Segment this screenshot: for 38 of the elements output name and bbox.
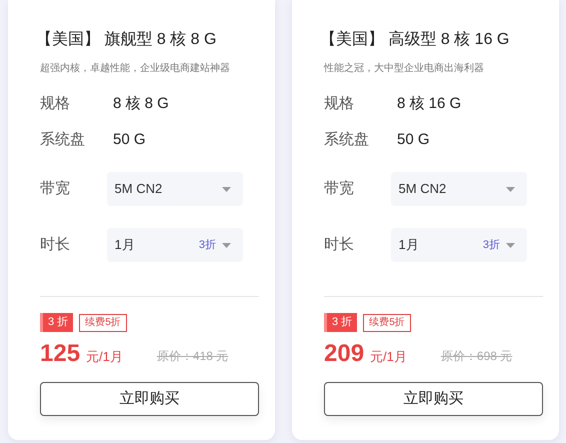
buy-button[interactable]: 立即购买 [324,382,543,416]
plan-subtitle: 性能之冠，大中型企业电商出海利器 [324,62,485,76]
original-price: 原价：418 元 [156,348,228,365]
caret-icon [506,242,515,248]
plan-subtitle: 超强内核，卓越性能，企业级电商建站神器 [40,62,231,76]
caret-icon [222,186,231,192]
spec-label: 系统盘 [40,130,86,150]
caret-icon [222,242,231,248]
discount-tag: 3折 [198,236,216,254]
spec-value: 8 核 16 G [397,94,462,114]
spec-label: 时长 [40,234,71,255]
caret-icon [506,186,515,192]
renewal-badge: 续费5折 [363,314,411,332]
buy-button[interactable]: 立即购买 [40,382,259,416]
plan-title: 【美国】 旗舰型 8 核 8 G [36,30,218,50]
price-unit: 元/1月 [370,348,407,366]
price-unit: 元/1月 [86,348,123,366]
discount-tag: 3折 [482,236,500,254]
price: 125 [40,340,80,368]
spec-label: 规格 [40,94,71,114]
select-field[interactable]: 1月 3折 [390,228,527,262]
original-price: 原价：698 元 [440,348,512,365]
spec-label: 系统盘 [324,130,370,150]
spec-value: 50 G [113,130,146,150]
select-field[interactable]: 5M CN2 [390,172,527,206]
select-field[interactable]: 5M CN2 [106,172,243,206]
spec-label: 带宽 [324,178,355,199]
price: 209 [324,340,364,368]
renewal-badge: 续费5折 [79,314,127,332]
select-field[interactable]: 1月 3折 [106,228,243,262]
discount-badge: 3 折 [324,313,358,332]
spec-value: 50 G [397,130,430,150]
spec-label: 带宽 [40,178,71,199]
spec-label: 时长 [324,234,355,255]
spec-value: 8 核 8 G [113,94,169,114]
plan-title: 【美国】 高级型 8 核 16 G [320,30,510,50]
discount-badge: 3 折 [40,313,74,332]
spec-label: 规格 [324,94,355,114]
